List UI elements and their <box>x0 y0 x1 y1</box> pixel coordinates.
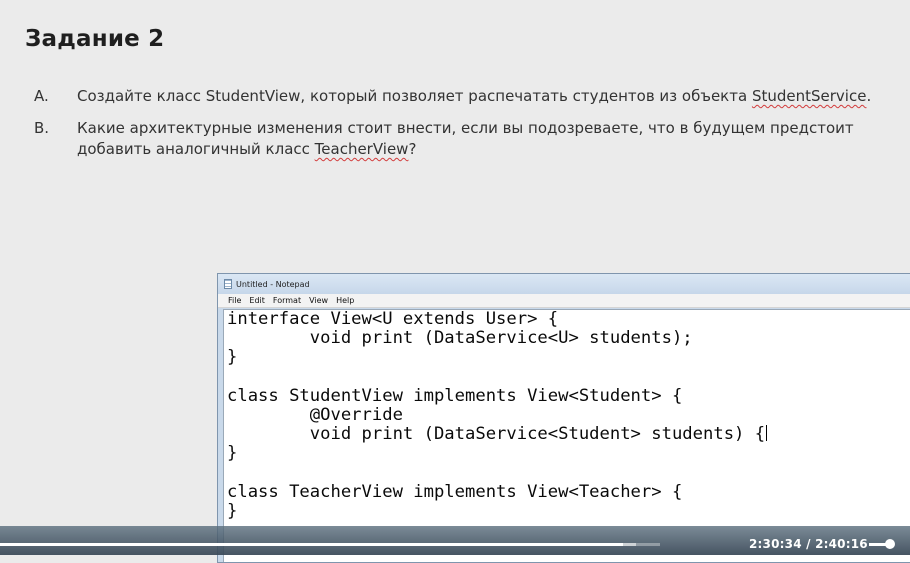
code-line: @Override <box>227 404 403 425</box>
notepad-titlebar[interactable]: Untitled - Notepad <box>218 274 910 294</box>
text-cursor <box>766 425 768 442</box>
notepad-title: Untitled - Notepad <box>236 279 310 289</box>
menu-view[interactable]: View <box>309 296 328 305</box>
task-item-b: B. Какие архитектурные изменения стоит в… <box>34 118 894 160</box>
task-text-part: ? <box>408 140 417 158</box>
time-display: 2:30:34 / 2:40:16 <box>749 537 868 551</box>
code-line: } <box>227 443 238 464</box>
code-line: } <box>227 500 238 521</box>
code-line: } <box>227 347 238 368</box>
slide-title: Задание 2 <box>25 26 165 52</box>
notepad-menubar: File Edit Format View Help <box>218 294 910 308</box>
task-text: Какие архитектурные изменения стоит внес… <box>77 118 894 160</box>
code-line: void print (DataService<Student> student… <box>227 425 910 444</box>
menu-format[interactable]: Format <box>273 296 301 305</box>
task-marker: B. <box>34 119 50 137</box>
menu-file[interactable]: File <box>228 296 241 305</box>
spellcheck-word: TeacherView <box>314 140 409 158</box>
task-text: Создайте класс StudentView, который позв… <box>77 86 894 107</box>
code-line: interface View<U extends User> { <box>227 309 559 329</box>
task-list: A. Создайте класс StudentView, который п… <box>34 86 894 171</box>
menu-edit[interactable]: Edit <box>249 296 265 305</box>
spellcheck-word: StudentService <box>751 87 867 105</box>
code-line: void print (DataService<U> students); <box>227 328 693 349</box>
code-line-text: void print (DataService<Student> student… <box>227 424 766 445</box>
volume-slider-handle[interactable] <box>885 539 895 549</box>
progress-played <box>0 543 623 546</box>
notepad-text-area[interactable]: interface View<U extends User> { void pr… <box>223 309 910 562</box>
task-marker: A. <box>34 87 49 105</box>
code-line: class TeacherView implements View<Teache… <box>227 481 683 502</box>
video-controls: 2:30:34 / 2:40:16 <box>0 526 910 555</box>
notepad-window[interactable]: Untitled - Notepad File Edit Format View… <box>217 273 910 563</box>
task-text-part: Какие архитектурные изменения стоит внес… <box>77 119 854 158</box>
progress-bar[interactable] <box>0 543 660 546</box>
task-text-part: . <box>866 87 872 105</box>
notepad-icon <box>224 279 232 289</box>
task-text-part: Создайте класс StudentView, который позв… <box>77 87 752 105</box>
task-item-a: A. Создайте класс StudentView, который п… <box>34 86 894 107</box>
code-line: class StudentView implements View<Studen… <box>227 385 683 406</box>
menu-help[interactable]: Help <box>336 296 354 305</box>
